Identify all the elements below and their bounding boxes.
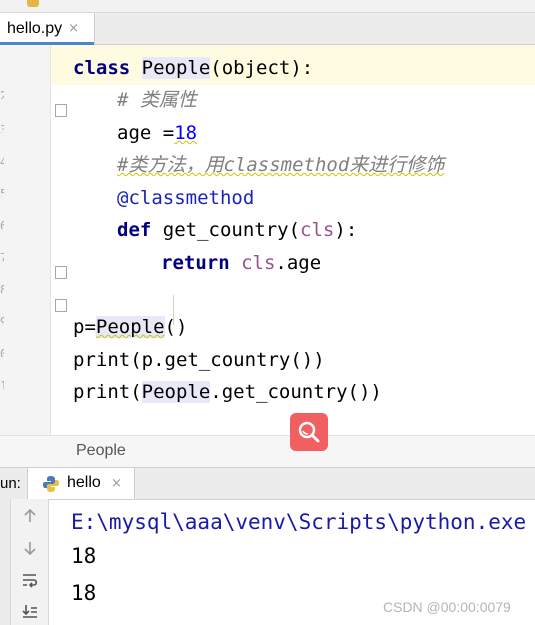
code-line-4[interactable]: #类方法，用classmethod来进行修饰 — [117, 149, 444, 181]
gutter-mark: 1 — [0, 379, 4, 389]
watermark: CSDN @00:00:0079 — [383, 599, 511, 615]
line-number-gutter[interactable]: 2 3 4 5 6 7 8 9 0 1 — [0, 45, 67, 435]
gutter-mark: 5 — [0, 187, 4, 197]
code-line-8[interactable]: p=People() — [73, 311, 187, 343]
breadcrumb: People — [0, 435, 535, 467]
scroll-up-button[interactable] — [19, 505, 41, 527]
code-line-9[interactable]: print(p.get_country()) — [73, 344, 325, 376]
editor-tab-bar: hello.py × — [0, 13, 535, 45]
gutter-mark: 7 — [0, 251, 4, 261]
code-line-7[interactable]: return cls.age — [161, 247, 321, 279]
wrap-icon — [23, 574, 38, 588]
gutter-mark: 8 — [0, 283, 4, 293]
search-icon — [298, 421, 320, 443]
console-line: 18 — [71, 581, 97, 605]
python-file-icon — [27, 0, 39, 7]
code-line-1[interactable]: class People(object): — [73, 52, 313, 84]
arrow-down-icon — [24, 542, 36, 556]
code-line-10[interactable]: print(People.get_country()) — [73, 376, 382, 408]
run-tab-hello[interactable]: hello × — [27, 468, 135, 499]
run-label: un: — [0, 475, 21, 492]
close-icon[interactable]: × — [68, 21, 79, 36]
run-tab-label: hello — [67, 474, 101, 491]
scroll-to-end-button[interactable] — [19, 600, 41, 622]
console-line: E:\mysql\aaa\venv\Scripts\python.exe — [71, 510, 527, 534]
scroll-end-icon — [22, 605, 37, 618]
code-line-5[interactable]: @classmethod — [117, 182, 254, 214]
top-toolbar — [0, 0, 535, 13]
scroll-down-button[interactable] — [19, 537, 41, 559]
code-line-6[interactable]: def get_country(cls): — [117, 214, 357, 246]
close-icon[interactable]: × — [111, 476, 122, 491]
gutter-mark: 9 — [0, 315, 4, 325]
code-editor[interactable]: class People(object): # 类属性 age =18 #类方法… — [51, 45, 535, 435]
python-icon — [43, 476, 59, 492]
run-panel-header: un: hello × — [0, 467, 535, 500]
gutter-mark: 3 — [0, 123, 4, 133]
code-line-3[interactable]: age =18 — [117, 117, 197, 149]
tab-hello-py[interactable]: hello.py × — [0, 13, 95, 45]
soft-wrap-button[interactable] — [19, 569, 41, 591]
tool-window-strip — [0, 499, 11, 625]
arrow-up-icon — [24, 508, 36, 522]
code-line-2[interactable]: # 类属性 — [117, 84, 197, 116]
run-toolbar — [11, 499, 49, 625]
console-line: 18 — [71, 544, 97, 568]
tab-label: hello.py — [7, 19, 63, 37]
search-overlay-button[interactable] — [290, 413, 328, 451]
gutter-mark: 0 — [0, 347, 4, 357]
gutter-mark: 4 — [0, 155, 4, 165]
gutter-mark: 6 — [0, 219, 4, 229]
breadcrumb-item-people[interactable]: People — [76, 442, 126, 460]
gutter-mark: 2 — [0, 89, 4, 99]
